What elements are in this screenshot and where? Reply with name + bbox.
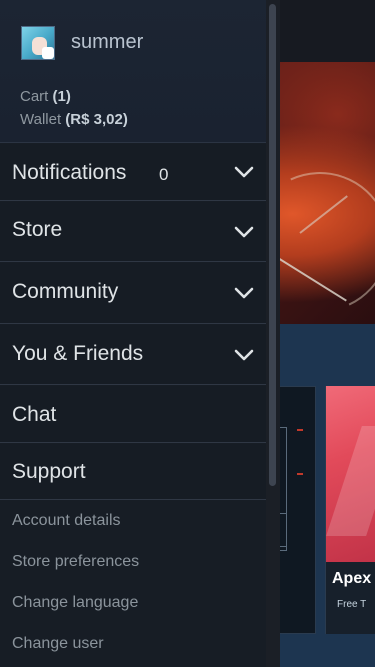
menu-item-store[interactable]: Store bbox=[0, 202, 266, 262]
menu-item-support[interactable]: Support bbox=[0, 444, 266, 500]
menu-item-chat[interactable]: Chat bbox=[0, 386, 266, 443]
cart-count: (1) bbox=[52, 88, 71, 105]
menu-item-label: Support bbox=[12, 460, 86, 483]
game-card-subtitle: Free T bbox=[337, 599, 367, 610]
menu-item-notifications[interactable]: Notifications 0 bbox=[0, 144, 266, 201]
menu-item-label: Store bbox=[12, 218, 63, 241]
menu-item-community[interactable]: Community bbox=[0, 263, 266, 324]
menu-item-label: Notifications bbox=[12, 161, 127, 184]
menu-item-label: Community bbox=[12, 280, 119, 303]
game-card-art bbox=[326, 386, 375, 562]
chevron-down-icon bbox=[234, 166, 254, 178]
chevron-down-icon bbox=[234, 226, 254, 238]
change-language-link[interactable]: Change language bbox=[12, 594, 138, 612]
username[interactable]: summer bbox=[71, 31, 143, 54]
drawer-scrollbar-thumb[interactable] bbox=[269, 4, 276, 486]
card-dot-decoration bbox=[297, 429, 303, 431]
user-avatar[interactable] bbox=[21, 26, 55, 60]
change-user-link[interactable]: Change user bbox=[12, 635, 104, 653]
wallet-link[interactable]: Wallet (R$ 3,02) bbox=[20, 111, 128, 128]
cart-label: Cart bbox=[20, 88, 49, 105]
card-dot-decoration bbox=[297, 473, 303, 475]
background-game-card-apex[interactable]: Apex Free T bbox=[325, 386, 375, 634]
wallet-balance: (R$ 3,02) bbox=[65, 111, 128, 128]
account-details-link[interactable]: Account details bbox=[12, 512, 121, 530]
menu-item-label: Chat bbox=[12, 403, 57, 426]
wallet-label: Wallet bbox=[20, 111, 62, 128]
menu-item-label: You & Friends bbox=[12, 342, 144, 365]
menu-item-you-and-friends[interactable]: You & Friends bbox=[0, 325, 266, 385]
notification-count-badge: 0 bbox=[159, 165, 169, 184]
chevron-down-icon bbox=[234, 349, 254, 361]
cart-link[interactable]: Cart (1) bbox=[20, 88, 71, 105]
chevron-down-icon bbox=[234, 287, 254, 299]
profile-header: summer Cart (1) Wallet (R$ 3,02) bbox=[0, 0, 266, 143]
game-card-title: Apex bbox=[332, 570, 372, 587]
side-menu-drawer: summer Cart (1) Wallet (R$ 3,02) Notific… bbox=[0, 0, 266, 667]
store-preferences-link[interactable]: Store preferences bbox=[12, 553, 139, 571]
